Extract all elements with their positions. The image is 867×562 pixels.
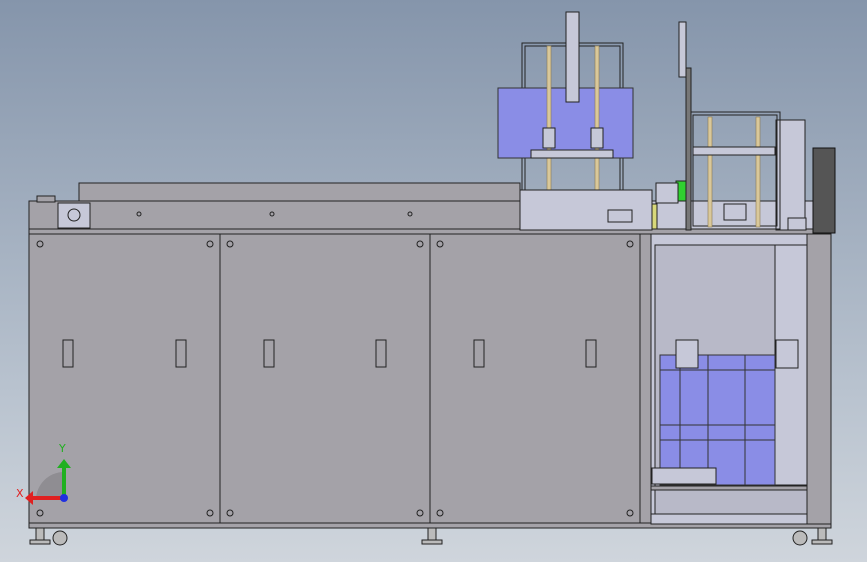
x-axis-label: X [16, 487, 24, 500]
y-axis-label: Y [58, 442, 66, 455]
cabinet-door-3 [429, 233, 641, 525]
vertical-actuator [812, 147, 836, 234]
cabinet-door-2 [219, 233, 431, 525]
cad-viewport[interactable]: Y X [0, 0, 867, 562]
machine-model [28, 11, 836, 546]
z-axis-dot [60, 494, 68, 502]
casters [29, 527, 833, 546]
top-conveyor [78, 182, 521, 203]
blue-bin [659, 354, 776, 486]
motor-flange [57, 202, 91, 229]
